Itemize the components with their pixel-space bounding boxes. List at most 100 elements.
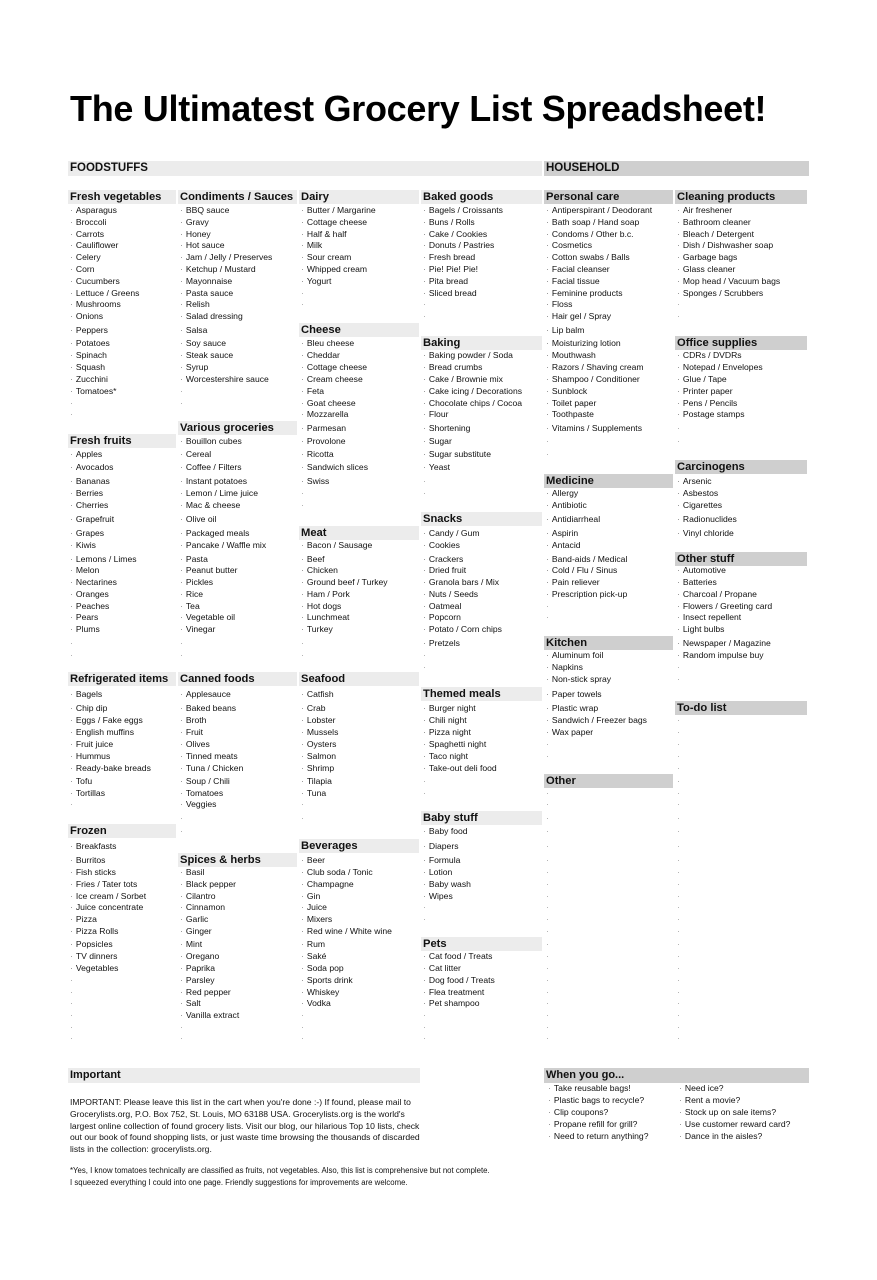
blank-list-item[interactable]: · [423,901,426,913]
list-item[interactable]: · Take-out deli food [423,762,497,774]
list-item[interactable]: · Jam / Jelly / Preserves [180,251,272,263]
list-item[interactable]: · Onions [70,310,103,322]
list-item[interactable]: · Antibiotic [546,499,587,511]
blank-list-item[interactable]: · [70,408,73,420]
blank-list-item[interactable]: · [546,750,549,762]
list-item[interactable]: · Broth [180,714,206,726]
list-item[interactable]: · Steak sauce [180,349,233,361]
reminder-item[interactable]: · Stock up on sale items? [679,1106,776,1118]
list-item[interactable]: · Bananas [70,475,110,487]
blank-list-item[interactable]: · [677,925,680,937]
list-item[interactable]: · Glue / Tape [677,373,727,385]
list-item[interactable]: · Popsicles [70,938,113,950]
blank-list-item[interactable]: · [677,673,680,685]
blank-list-item[interactable]: · [677,714,680,726]
list-item[interactable]: · Bath soap / Hand soap [546,216,639,228]
list-item[interactable]: · Peppers [70,324,108,336]
list-item[interactable]: · Aspirin [546,527,578,539]
list-item[interactable]: · Mint [180,938,202,950]
list-item[interactable]: · Light bulbs [677,623,724,635]
list-item[interactable]: · Nectarines [70,576,117,588]
list-item[interactable]: · Cream cheese [301,373,363,385]
list-item[interactable]: · Lotion [423,866,452,878]
list-item[interactable]: · Fish sticks [70,866,116,878]
list-item[interactable]: · Lobster [301,714,336,726]
blank-list-item[interactable]: · [546,901,549,913]
blank-list-item[interactable]: · [546,840,549,852]
list-item[interactable]: · Milk [301,239,322,251]
list-item[interactable]: · Cottage cheese [301,216,367,228]
list-item[interactable]: · Allergy [546,487,578,499]
list-item[interactable]: · Notepad / Envelopes [677,361,763,373]
list-item[interactable]: · Baby food [423,825,468,837]
list-item[interactable]: · Packaged meals [180,527,249,539]
list-item[interactable]: · Worcestershire sauce [180,373,269,385]
blank-list-item[interactable]: · [180,649,183,661]
list-item[interactable]: · Yeast [423,461,450,473]
blank-list-item[interactable]: · [677,878,680,890]
blank-list-item[interactable]: · [677,661,680,673]
list-item[interactable]: · Olive oil [180,513,216,525]
list-item[interactable]: · Potatoes [70,337,110,349]
list-item[interactable]: · Celery [70,251,101,263]
blank-list-item[interactable]: · [546,611,549,623]
list-item[interactable]: · Crab [301,702,326,714]
list-item[interactable]: · Rice [180,588,203,600]
blank-list-item[interactable]: · [423,475,426,487]
list-item[interactable]: · Veggies [180,798,216,810]
list-item[interactable]: · Chili night [423,714,467,726]
list-item[interactable]: · Sour cream [301,251,351,263]
list-item[interactable]: · Melon [70,564,99,576]
blank-list-item[interactable]: · [677,726,680,738]
list-item[interactable]: · Cotton swabs / Balls [546,251,630,263]
list-item[interactable]: · Diapers [423,840,459,852]
list-item[interactable]: · Facial cleanser [546,263,610,275]
list-item[interactable]: · Tuna / Chicken [180,762,243,774]
blank-list-item[interactable]: · [70,997,73,1009]
list-item[interactable]: · Cookies [423,539,460,551]
blank-list-item[interactable]: · [677,901,680,913]
list-item[interactable]: · Cherries [70,499,108,511]
list-item[interactable]: · Mixers [301,913,332,925]
blank-list-item[interactable]: · [423,298,426,310]
list-item[interactable]: · Mac & cheese [180,499,240,511]
list-item[interactable]: · Mushrooms [70,298,121,310]
list-item[interactable]: · Cigarettes [677,499,722,511]
list-item[interactable]: · Sponges / Scrubbers [677,287,763,299]
blank-list-item[interactable]: · [546,950,549,962]
list-item[interactable]: · Plastic wrap [546,702,598,714]
list-item[interactable]: · Wipes [423,890,453,902]
list-item[interactable]: · Glass cleaner [677,263,735,275]
list-item[interactable]: · Napkins [546,661,583,673]
list-item[interactable]: · Eggs / Fake eggs [70,714,143,726]
list-item[interactable]: · Cauliflower [70,239,118,251]
list-item[interactable]: · Tortillas [70,787,105,799]
blank-list-item[interactable]: · [423,310,426,322]
list-item[interactable]: · Chicken [301,564,338,576]
list-item[interactable]: · Sunblock [546,385,587,397]
list-item[interactable]: · Juice concentrate [70,901,143,913]
list-item[interactable]: · Tofu [70,775,92,787]
blank-list-item[interactable]: · [677,762,680,774]
list-item[interactable]: · Fresh bread [423,251,475,263]
blank-list-item[interactable]: · [70,798,73,810]
reminder-item[interactable]: · Use customer reward card? [679,1118,790,1130]
list-item[interactable]: · Pears [70,611,98,623]
blank-list-item[interactable]: · [546,798,549,810]
list-item[interactable]: · Pancake / Waffle mix [180,539,266,551]
list-item[interactable]: · Dish / Dishwasher soap [677,239,773,251]
list-item[interactable]: · Pizza Rolls [70,925,118,937]
list-item[interactable]: · Cat litter [423,962,461,974]
blank-list-item[interactable]: · [546,938,549,950]
list-item[interactable]: · Wax paper [546,726,593,738]
list-item[interactable]: · Baking powder / Soda [423,349,513,361]
reminder-item[interactable]: · Plastic bags to recycle? [548,1094,644,1106]
list-item[interactable]: · Plums [70,623,100,635]
list-item[interactable]: · Hummus [70,750,110,762]
list-item[interactable]: · Pie! Pie! Pie! [423,263,478,275]
list-item[interactable]: · Ginger [180,925,212,937]
list-item[interactable]: · Prescription pick-up [546,588,627,600]
blank-list-item[interactable]: · [180,397,183,409]
blank-list-item[interactable]: · [677,962,680,974]
blank-list-item[interactable]: · [546,854,549,866]
